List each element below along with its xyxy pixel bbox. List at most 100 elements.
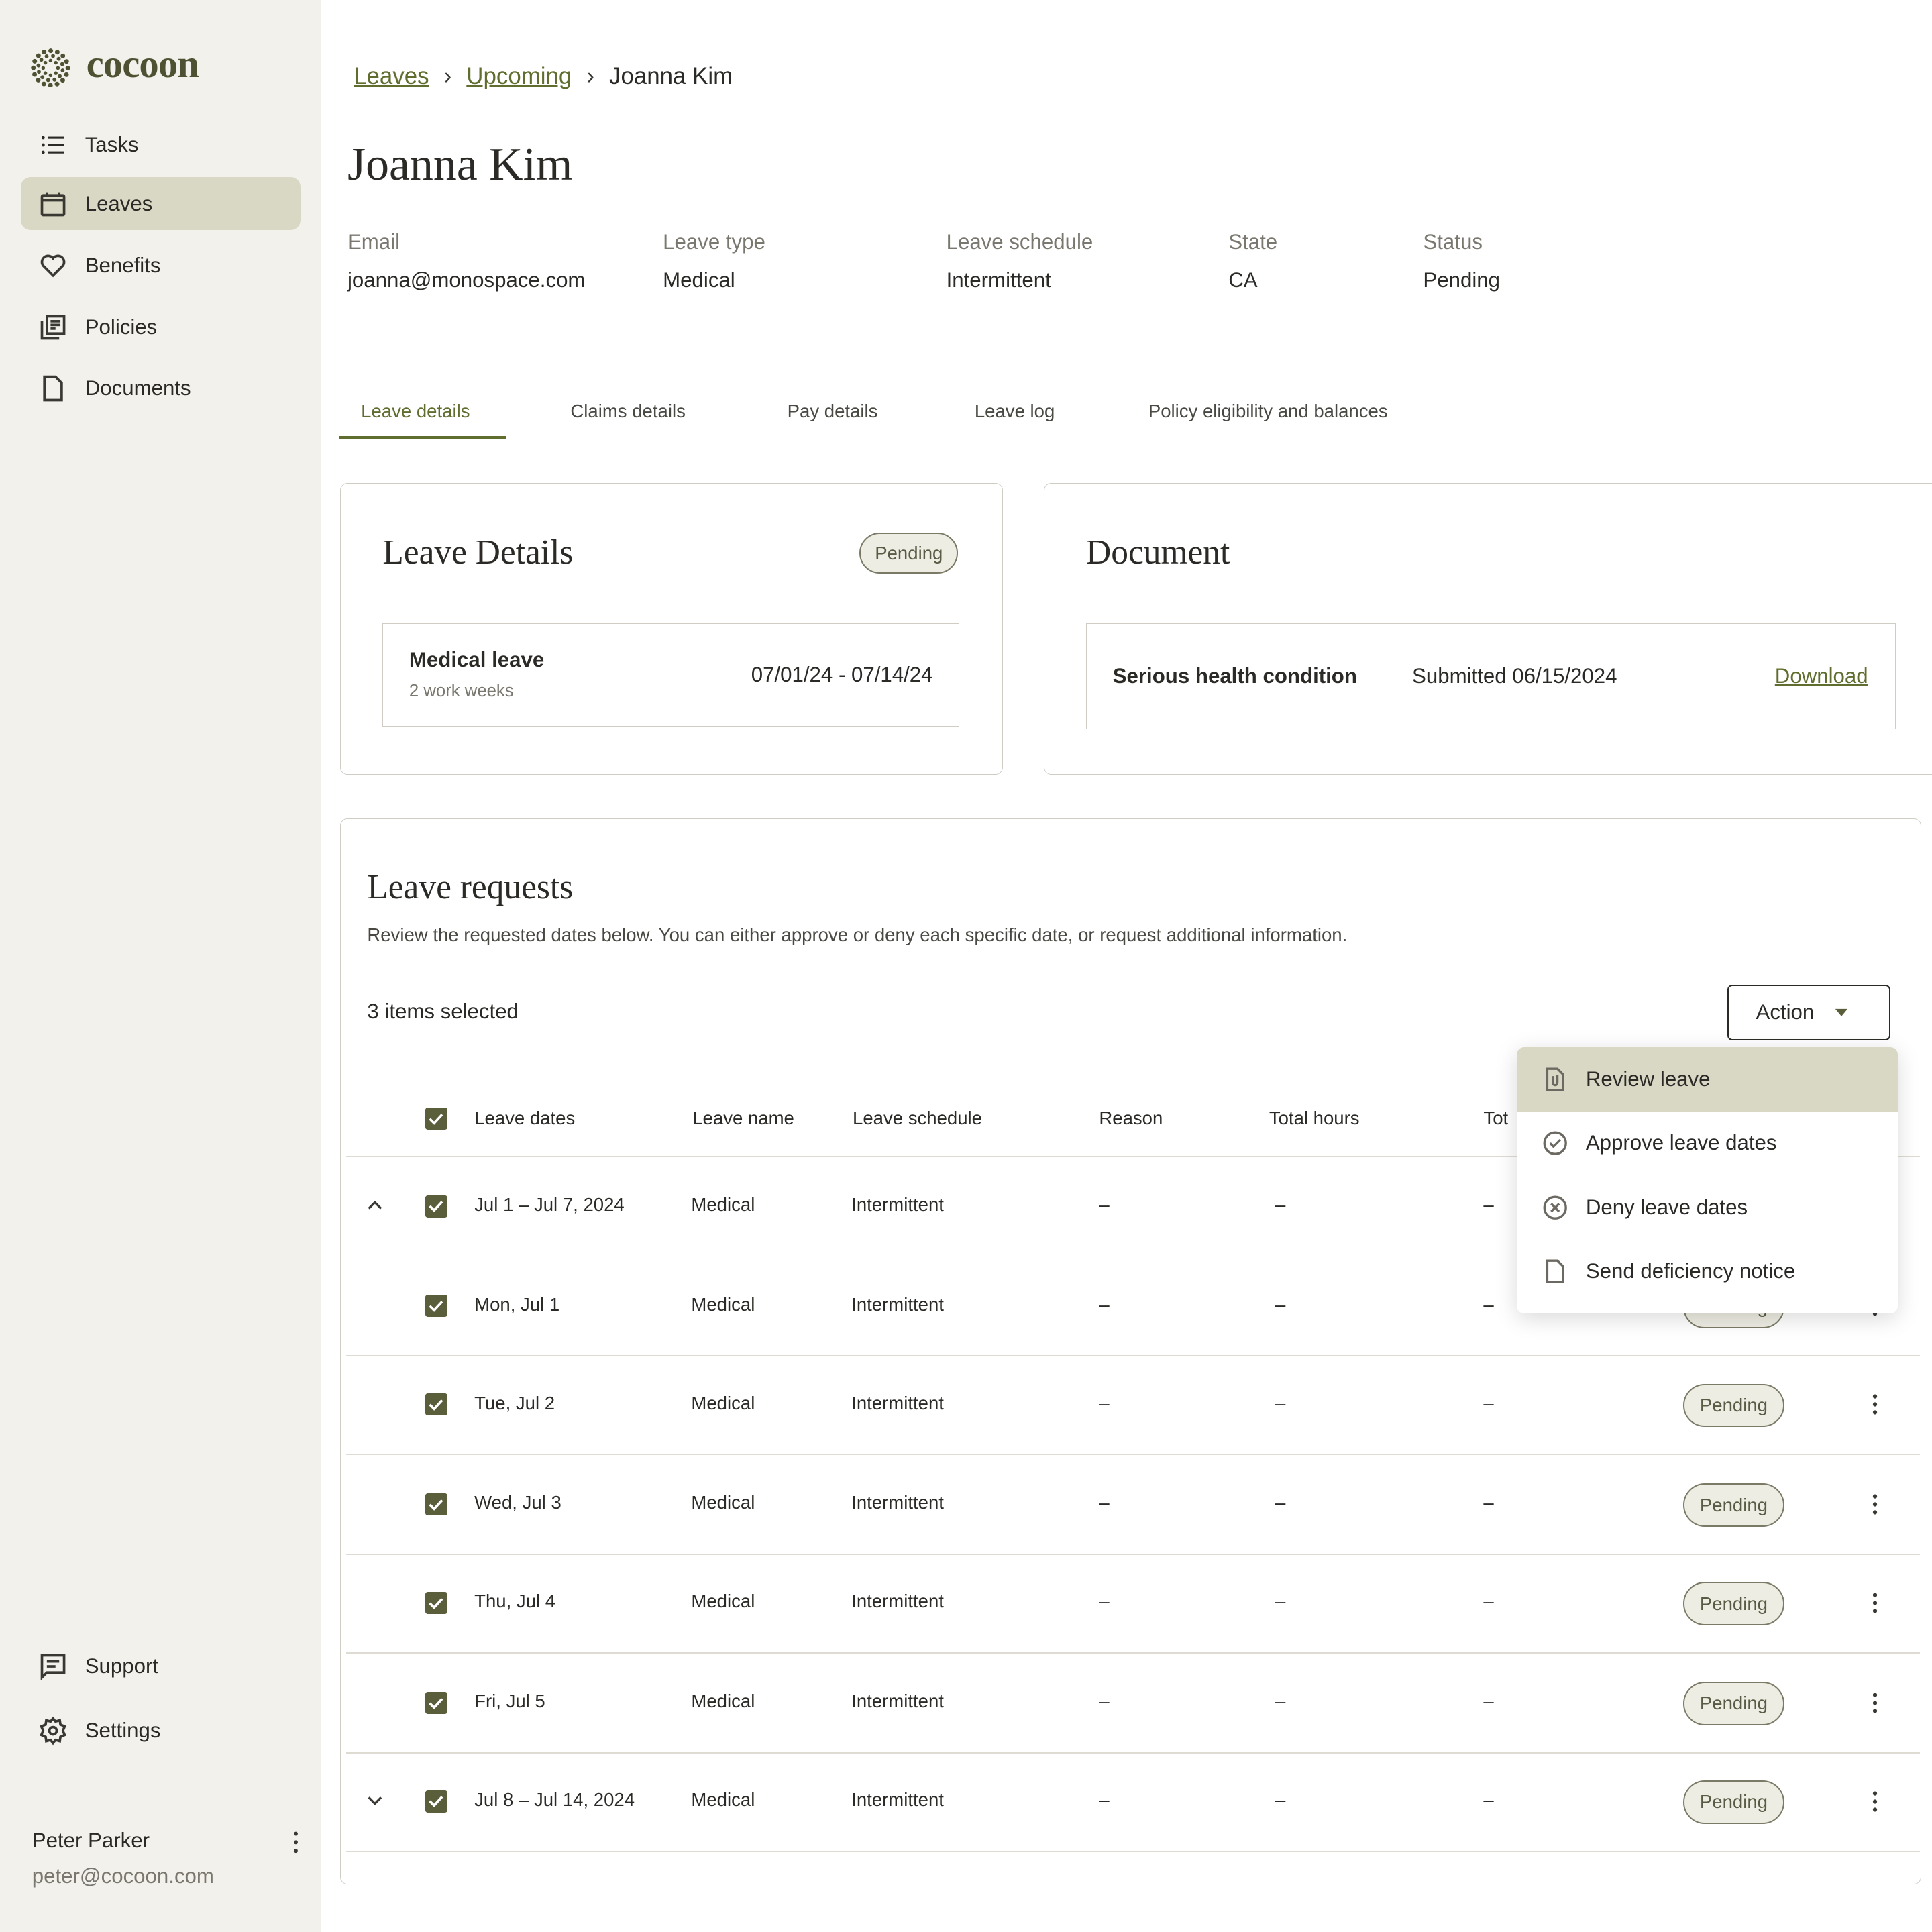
user-name: Peter Parker: [32, 1828, 150, 1852]
checkmark-icon: [429, 1697, 443, 1709]
cell-total: –: [1483, 1193, 1494, 1215]
cell-total: –: [1483, 1492, 1494, 1513]
checkmark-icon: [429, 1597, 443, 1609]
status-badge: Pending: [1682, 1582, 1784, 1625]
select-all-checkbox[interactable]: [425, 1108, 447, 1130]
list-icon: [41, 136, 64, 154]
row-kebab-icon[interactable]: [1868, 1592, 1882, 1614]
info-label: Leave type: [663, 230, 765, 254]
column-header-total-hours[interactable]: Total hours: [1269, 1108, 1360, 1129]
row-checkbox[interactable]: [425, 1393, 447, 1416]
tab-claims-details[interactable]: Claims details: [570, 400, 685, 422]
tab-policy-eligibility[interactable]: Policy eligibility and balances: [1148, 400, 1388, 422]
page-title: Joanna Kim: [347, 138, 573, 191]
sidebar: cocoon Tasks Leaves Benefits Policies Do…: [0, 0, 322, 1932]
cell-reason: –: [1099, 1392, 1110, 1413]
sidebar-item-support[interactable]: Support: [21, 1640, 301, 1693]
menu-item-approve-leave-dates[interactable]: Approve leave dates: [1517, 1112, 1898, 1176]
menu-item-review-leave[interactable]: Review leave: [1517, 1047, 1898, 1112]
sidebar-item-label: Leaves: [85, 191, 153, 215]
cell-hours: –: [1275, 1492, 1286, 1513]
column-header-total[interactable]: Tot: [1483, 1108, 1508, 1129]
cell-dates: Fri, Jul 5: [474, 1690, 545, 1711]
row-kebab-icon[interactable]: [1868, 1493, 1882, 1515]
tab-pay-details[interactable]: Pay details: [788, 400, 878, 422]
cell-reason: –: [1099, 1492, 1110, 1513]
row-checkbox[interactable]: [425, 1691, 447, 1714]
row-checkbox[interactable]: [425, 1790, 447, 1813]
checkmark-icon: [429, 1301, 443, 1312]
document-icon: [1546, 1259, 1564, 1284]
leave-dates: 07/01/24 - 07/14/24: [751, 663, 933, 687]
cell-name: Medical: [691, 1492, 755, 1513]
sidebar-item-label: Settings: [85, 1718, 161, 1742]
cell-reason: –: [1099, 1788, 1110, 1810]
heart-icon: [40, 254, 66, 278]
cell-schedule: Intermittent: [851, 1492, 944, 1513]
cell-schedule: Intermittent: [851, 1591, 944, 1612]
menu-item-send-deficiency-notice[interactable]: Send deficiency notice: [1517, 1240, 1898, 1304]
tab-leave-details[interactable]: Leave details: [361, 400, 470, 422]
info-label: Status: [1423, 230, 1483, 254]
chevron-down-icon[interactable]: [366, 1792, 384, 1809]
row-kebab-icon[interactable]: [1868, 1393, 1882, 1415]
action-label: Action: [1756, 1000, 1815, 1024]
row-checkbox[interactable]: [425, 1295, 447, 1318]
checkmark-icon: [429, 1499, 443, 1511]
breadcrumb-upcoming[interactable]: Upcoming: [466, 63, 572, 90]
info-value: Medical: [663, 268, 735, 292]
breadcrumb-leaves[interactable]: Leaves: [354, 63, 429, 90]
row-kebab-icon[interactable]: [1868, 1790, 1882, 1813]
row-checkbox[interactable]: [425, 1592, 447, 1615]
user-menu-kebab-icon[interactable]: [288, 1830, 303, 1855]
checkmark-icon: [429, 1399, 443, 1411]
sidebar-item-benefits[interactable]: Benefits: [21, 239, 301, 292]
action-button[interactable]: Action: [1727, 984, 1890, 1040]
column-header-leave-dates[interactable]: Leave dates: [474, 1108, 575, 1129]
breadcrumb-current: Joanna Kim: [609, 62, 733, 89]
checkmark-icon: [429, 1796, 443, 1808]
column-header-leave-schedule[interactable]: Leave schedule: [853, 1108, 982, 1129]
chevron-up-icon[interactable]: [366, 1197, 384, 1214]
breadcrumb: Leaves › Upcoming › Joanna Kim: [354, 63, 733, 90]
leave-name: Medical leave: [409, 648, 545, 672]
cell-dates: Jul 8 – Jul 14, 2024: [474, 1788, 635, 1810]
column-header-reason[interactable]: Reason: [1099, 1108, 1163, 1129]
info-label: Email: [347, 230, 400, 254]
cell-total: –: [1483, 1690, 1494, 1711]
sidebar-item-settings[interactable]: Settings: [21, 1704, 301, 1757]
selected-count: 3 items selected: [367, 999, 519, 1023]
sidebar-item-label: Policies: [85, 315, 158, 339]
cell-name: Medical: [691, 1788, 755, 1810]
cell-total: –: [1483, 1591, 1494, 1612]
menu-item-deny-leave-dates[interactable]: Deny leave dates: [1517, 1175, 1898, 1240]
row-checkbox[interactable]: [425, 1195, 447, 1218]
sidebar-item-label: Benefits: [85, 253, 161, 277]
leave-details-card: Leave Details Pending Medical leave 2 wo…: [339, 482, 1004, 775]
status-badge: Pending: [1682, 1383, 1784, 1428]
calendar-icon: [40, 192, 66, 217]
cell-dates: Thu, Jul 4: [474, 1591, 556, 1612]
document-name: Serious health condition: [1112, 664, 1357, 688]
column-header-leave-name[interactable]: Leave name: [692, 1108, 794, 1129]
row-checkbox[interactable]: [425, 1493, 447, 1516]
active-tab-indicator: [339, 436, 506, 439]
caret-down-icon: [1835, 1008, 1847, 1016]
sidebar-item-tasks[interactable]: Tasks: [21, 118, 301, 171]
row-kebab-icon[interactable]: [1868, 1692, 1882, 1714]
info-label: State: [1228, 230, 1278, 254]
cell-schedule: Intermittent: [851, 1193, 944, 1215]
download-link[interactable]: Download: [1775, 664, 1868, 688]
info-label: Leave schedule: [946, 230, 1093, 254]
status-badge: Pending: [1682, 1483, 1784, 1527]
sidebar-item-leaves[interactable]: Leaves: [21, 177, 301, 231]
tab-leave-log[interactable]: Leave log: [975, 400, 1055, 422]
status-badge: Pending: [1682, 1780, 1784, 1824]
sidebar-item-policies[interactable]: Policies: [21, 301, 301, 354]
sidebar-item-documents[interactable]: Documents: [21, 362, 301, 415]
chevron-right-icon: ›: [443, 62, 452, 89]
card-title: Leave Details: [382, 533, 574, 572]
cell-dates: Tue, Jul 2: [474, 1392, 555, 1413]
cell-hours: –: [1275, 1690, 1286, 1711]
section-title: Leave requests: [367, 868, 574, 907]
